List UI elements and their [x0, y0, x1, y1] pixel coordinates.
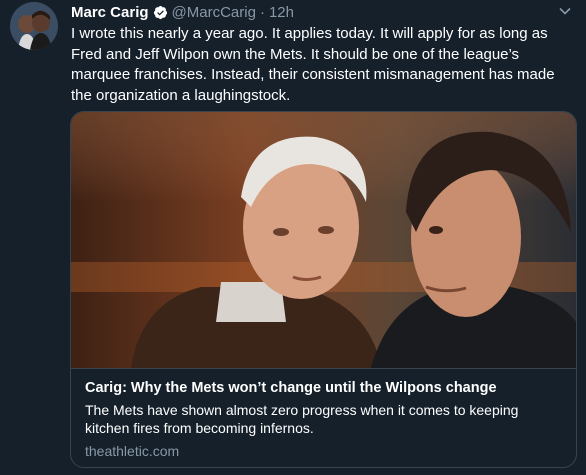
card-title: Carig: Why the Mets won’t change until t…: [85, 380, 497, 396]
author-handle[interactable]: @MarcCarig: [172, 4, 256, 21]
tweet-header: Marc Carig @MarcCarig · 12h: [71, 3, 294, 21]
avatar[interactable]: [10, 2, 58, 50]
chevron-down-icon[interactable]: [558, 4, 572, 18]
tweet-text: I wrote this nearly a year ago. It appli…: [71, 25, 555, 104]
tweet[interactable]: Marc Carig @MarcCarig · 12h I wrote this…: [0, 0, 586, 475]
card-description: The Mets have shown almost zero progress…: [85, 402, 519, 436]
separator-dot: ·: [259, 3, 265, 21]
timestamp[interactable]: 12h: [269, 4, 294, 21]
avatar-image: [10, 2, 58, 50]
verified-badge-icon: [153, 5, 167, 19]
author-name[interactable]: Marc Carig: [71, 4, 149, 21]
card-body: Carig: Why the Mets won’t change until t…: [71, 368, 576, 467]
card-image: [71, 112, 576, 368]
card-domain: theathletic.com: [85, 443, 180, 459]
link-card[interactable]: Carig: Why the Mets won’t change until t…: [70, 111, 577, 468]
